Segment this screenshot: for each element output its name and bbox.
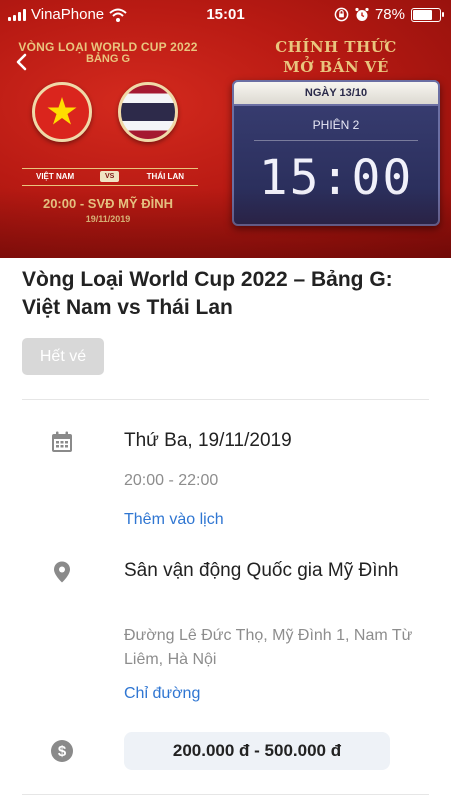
board-date: NGÀY 13/10: [232, 80, 440, 106]
back-chevron-icon[interactable]: [12, 52, 32, 72]
battery-icon: [411, 7, 444, 22]
thailand-flag-icon: [118, 82, 178, 142]
dollar-icon: $: [51, 740, 73, 762]
status-bar: VinaPhone 15:01 78%: [0, 0, 451, 30]
event-details: Vòng Loại World Cup 2022 – Bảng G: Việt …: [0, 258, 451, 800]
teams-bar: VIỆT NAM VS THÁI LAN: [22, 168, 198, 186]
banner-match-info: 20:00 - SVĐ MỸ ĐÌNH: [42, 196, 174, 211]
vietnam-flag-icon: [32, 82, 92, 142]
directions-link[interactable]: Chỉ đường: [124, 682, 200, 706]
venue-address: Đường Lê Đức Thọ, Mỹ Đình 1, Nam Từ Liêm…: [124, 627, 413, 668]
add-to-calendar-link[interactable]: Thêm vào lịch: [124, 508, 224, 532]
banner-group: BẢNG G: [86, 53, 130, 65]
venue-name: Sân vận động Quốc gia Mỹ Đình: [124, 560, 399, 581]
banner-title: VÒNG LOẠI WORLD CUP 2022: [18, 40, 198, 54]
event-date: Thứ Ba, 19/11/2019: [124, 430, 292, 451]
board-time: 15:00: [258, 150, 414, 206]
official-sale-subheading: MỞ BÁN VÉ: [283, 58, 389, 76]
status-right: 78%: [334, 6, 444, 23]
event-time-range: 20:00 - 22:00: [124, 472, 219, 489]
divider-top: [22, 399, 429, 400]
location-pin-icon: [54, 561, 70, 583]
price-range: 200.000 đ - 500.000 đ: [124, 732, 390, 770]
divider-bottom: [22, 794, 429, 795]
banner-match-date: 19/11/2019: [85, 214, 131, 224]
board-session: PHIÊN 2: [312, 118, 360, 132]
event-title: Vòng Loại World Cup 2022 – Bảng G: Việt …: [22, 268, 393, 319]
vs-label: VS: [100, 171, 120, 182]
alarm-icon: [355, 7, 369, 21]
calendar-icon: [52, 431, 72, 452]
battery-percent: 78%: [374, 6, 405, 23]
svg-text:$: $: [58, 743, 67, 760]
lock-rotation-icon: [334, 7, 349, 22]
board-divider: [254, 140, 418, 141]
sale-board: NGÀY 13/10 PHIÊN 2 15:00: [232, 80, 440, 226]
team-away: THÁI LAN: [146, 172, 184, 181]
team-home: VIỆT NAM: [36, 172, 75, 181]
status-badge: Hết vé: [22, 338, 104, 375]
battery-fill: [413, 9, 432, 20]
official-sale-heading: CHÍNH THỨC: [275, 38, 397, 56]
event-banner: VÒNG LOẠI WORLD CUP 2022 BẢNG G VIỆT NAM…: [0, 0, 451, 258]
